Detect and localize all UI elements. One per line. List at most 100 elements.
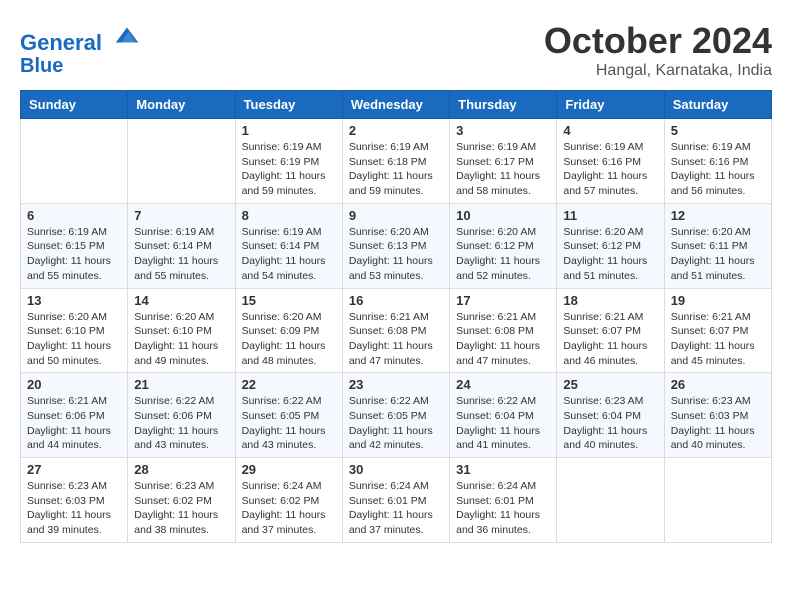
calendar-cell: 4Sunrise: 6:19 AMSunset: 6:16 PMDaylight… bbox=[557, 119, 664, 204]
calendar-week-row: 6 Sunrise: 6:19 AMSunset: 6:15 PMDaylight… bbox=[21, 203, 772, 288]
calendar-cell bbox=[664, 458, 771, 543]
weekday-header: Friday bbox=[557, 91, 664, 119]
day-info: Sunrise: 6:21 AMSunset: 6:07 PMDaylight:… bbox=[563, 310, 657, 369]
weekday-header: Wednesday bbox=[342, 91, 449, 119]
day-number: 13 bbox=[27, 293, 121, 308]
calendar-cell: 6 Sunrise: 6:19 AMSunset: 6:15 PMDaylight… bbox=[21, 203, 128, 288]
day-number: 5 bbox=[671, 123, 765, 138]
day-number: 23 bbox=[349, 377, 443, 392]
day-number: 31 bbox=[456, 462, 550, 477]
page-header: General Blue October 2024 Hangal, Karnat… bbox=[20, 20, 772, 80]
calendar-cell: 31Sunrise: 6:24 AMSunset: 6:01 PMDayligh… bbox=[450, 458, 557, 543]
day-number: 8 bbox=[242, 208, 336, 223]
day-number: 4 bbox=[563, 123, 657, 138]
day-number: 7 bbox=[134, 208, 228, 223]
day-number: 29 bbox=[242, 462, 336, 477]
day-info: Sunrise: 6:20 AMSunset: 6:12 PMDaylight:… bbox=[456, 225, 550, 284]
day-number: 21 bbox=[134, 377, 228, 392]
day-number: 12 bbox=[671, 208, 765, 223]
calendar-cell: 19 Sunrise: 6:21 AMSunset: 6:07 PMDayligh… bbox=[664, 288, 771, 373]
calendar-cell: 26 Sunrise: 6:23 AMSunset: 6:03 PMDayligh… bbox=[664, 373, 771, 458]
calendar-cell: 15 Sunrise: 6:20 AMSunset: 6:09 PMDayligh… bbox=[235, 288, 342, 373]
calendar-cell: 24 Sunrise: 6:22 AMSunset: 6:04 PMDayligh… bbox=[450, 373, 557, 458]
day-number: 15 bbox=[242, 293, 336, 308]
calendar-cell: 16Sunrise: 6:21 AMSunset: 6:08 PMDayligh… bbox=[342, 288, 449, 373]
day-number: 3 bbox=[456, 123, 550, 138]
calendar-cell bbox=[128, 119, 235, 204]
weekday-header: Sunday bbox=[21, 91, 128, 119]
day-info: Sunrise: 6:20 AMSunset: 6:13 PMDaylight:… bbox=[349, 225, 443, 284]
day-info: Sunrise: 6:19 AMSunset: 6:16 PMDaylight:… bbox=[671, 140, 765, 199]
day-number: 2 bbox=[349, 123, 443, 138]
calendar-cell: 13 Sunrise: 6:20 AMSunset: 6:10 PMDayligh… bbox=[21, 288, 128, 373]
location-title: Hangal, Karnataka, India bbox=[544, 62, 772, 80]
day-number: 25 bbox=[563, 377, 657, 392]
calendar-cell: 7 Sunrise: 6:19 AMSunset: 6:14 PMDaylight… bbox=[128, 203, 235, 288]
calendar-table: SundayMondayTuesdayWednesdayThursdayFrid… bbox=[20, 90, 772, 543]
day-info: Sunrise: 6:24 AMSunset: 6:02 PMDaylight:… bbox=[242, 479, 336, 538]
calendar-week-row: 1 Sunrise: 6:19 AMSunset: 6:19 PMDaylight… bbox=[21, 119, 772, 204]
calendar-cell: 12Sunrise: 6:20 AMSunset: 6:11 PMDayligh… bbox=[664, 203, 771, 288]
day-number: 9 bbox=[349, 208, 443, 223]
day-info: Sunrise: 6:19 AMSunset: 6:17 PMDaylight:… bbox=[456, 140, 550, 199]
day-info: Sunrise: 6:23 AMSunset: 6:03 PMDaylight:… bbox=[27, 479, 121, 538]
logo-general: General bbox=[20, 30, 102, 55]
day-number: 19 bbox=[671, 293, 765, 308]
day-info: Sunrise: 6:19 AMSunset: 6:15 PMDaylight:… bbox=[27, 225, 121, 284]
day-info: Sunrise: 6:21 AMSunset: 6:06 PMDaylight:… bbox=[27, 394, 121, 453]
day-number: 10 bbox=[456, 208, 550, 223]
day-info: Sunrise: 6:21 AMSunset: 6:07 PMDaylight:… bbox=[671, 310, 765, 369]
calendar-week-row: 20 Sunrise: 6:21 AMSunset: 6:06 PMDayligh… bbox=[21, 373, 772, 458]
day-info: Sunrise: 6:22 AMSunset: 6:05 PMDaylight:… bbox=[242, 394, 336, 453]
day-info: Sunrise: 6:21 AMSunset: 6:08 PMDaylight:… bbox=[349, 310, 443, 369]
day-number: 26 bbox=[671, 377, 765, 392]
logo-icon bbox=[112, 20, 142, 50]
day-info: Sunrise: 6:20 AMSunset: 6:10 PMDaylight:… bbox=[27, 310, 121, 369]
day-info: Sunrise: 6:20 AMSunset: 6:09 PMDaylight:… bbox=[242, 310, 336, 369]
calendar-week-row: 13 Sunrise: 6:20 AMSunset: 6:10 PMDayligh… bbox=[21, 288, 772, 373]
weekday-header: Saturday bbox=[664, 91, 771, 119]
day-info: Sunrise: 6:19 AMSunset: 6:19 PMDaylight:… bbox=[242, 140, 336, 199]
calendar-cell: 22Sunrise: 6:22 AMSunset: 6:05 PMDayligh… bbox=[235, 373, 342, 458]
day-info: Sunrise: 6:20 AMSunset: 6:10 PMDaylight:… bbox=[134, 310, 228, 369]
calendar-cell: 14 Sunrise: 6:20 AMSunset: 6:10 PMDayligh… bbox=[128, 288, 235, 373]
day-info: Sunrise: 6:23 AMSunset: 6:03 PMDaylight:… bbox=[671, 394, 765, 453]
calendar-cell: 21Sunrise: 6:22 AMSunset: 6:06 PMDayligh… bbox=[128, 373, 235, 458]
day-number: 11 bbox=[563, 208, 657, 223]
weekday-header: Monday bbox=[128, 91, 235, 119]
day-number: 6 bbox=[27, 208, 121, 223]
weekday-header: Tuesday bbox=[235, 91, 342, 119]
day-info: Sunrise: 6:19 AMSunset: 6:14 PMDaylight:… bbox=[134, 225, 228, 284]
logo: General Blue bbox=[20, 20, 142, 77]
calendar-cell: 1 Sunrise: 6:19 AMSunset: 6:19 PMDaylight… bbox=[235, 119, 342, 204]
calendar-cell: 30Sunrise: 6:24 AMSunset: 6:01 PMDayligh… bbox=[342, 458, 449, 543]
day-info: Sunrise: 6:19 AMSunset: 6:14 PMDaylight:… bbox=[242, 225, 336, 284]
day-info: Sunrise: 6:23 AMSunset: 6:04 PMDaylight:… bbox=[563, 394, 657, 453]
day-number: 1 bbox=[242, 123, 336, 138]
day-info: Sunrise: 6:22 AMSunset: 6:05 PMDaylight:… bbox=[349, 394, 443, 453]
day-info: Sunrise: 6:22 AMSunset: 6:04 PMDaylight:… bbox=[456, 394, 550, 453]
calendar-cell: 3 Sunrise: 6:19 AMSunset: 6:17 PMDaylight… bbox=[450, 119, 557, 204]
day-number: 24 bbox=[456, 377, 550, 392]
logo-text: General bbox=[20, 20, 142, 55]
day-info: Sunrise: 6:23 AMSunset: 6:02 PMDaylight:… bbox=[134, 479, 228, 538]
day-number: 14 bbox=[134, 293, 228, 308]
month-title: October 2024 bbox=[544, 20, 772, 62]
calendar-cell: 18 Sunrise: 6:21 AMSunset: 6:07 PMDayligh… bbox=[557, 288, 664, 373]
calendar-cell: 27Sunrise: 6:23 AMSunset: 6:03 PMDayligh… bbox=[21, 458, 128, 543]
day-number: 28 bbox=[134, 462, 228, 477]
day-info: Sunrise: 6:20 AMSunset: 6:12 PMDaylight:… bbox=[563, 225, 657, 284]
day-number: 17 bbox=[456, 293, 550, 308]
calendar-cell: 5 Sunrise: 6:19 AMSunset: 6:16 PMDaylight… bbox=[664, 119, 771, 204]
calendar-cell: 20 Sunrise: 6:21 AMSunset: 6:06 PMDayligh… bbox=[21, 373, 128, 458]
calendar-cell: 11 Sunrise: 6:20 AMSunset: 6:12 PMDayligh… bbox=[557, 203, 664, 288]
weekday-header: Thursday bbox=[450, 91, 557, 119]
calendar-cell: 2 Sunrise: 6:19 AMSunset: 6:18 PMDaylight… bbox=[342, 119, 449, 204]
day-number: 20 bbox=[27, 377, 121, 392]
title-section: October 2024 Hangal, Karnataka, India bbox=[544, 20, 772, 80]
calendar-cell bbox=[21, 119, 128, 204]
day-info: Sunrise: 6:19 AMSunset: 6:18 PMDaylight:… bbox=[349, 140, 443, 199]
day-number: 30 bbox=[349, 462, 443, 477]
calendar-cell: 8 Sunrise: 6:19 AMSunset: 6:14 PMDaylight… bbox=[235, 203, 342, 288]
day-number: 18 bbox=[563, 293, 657, 308]
